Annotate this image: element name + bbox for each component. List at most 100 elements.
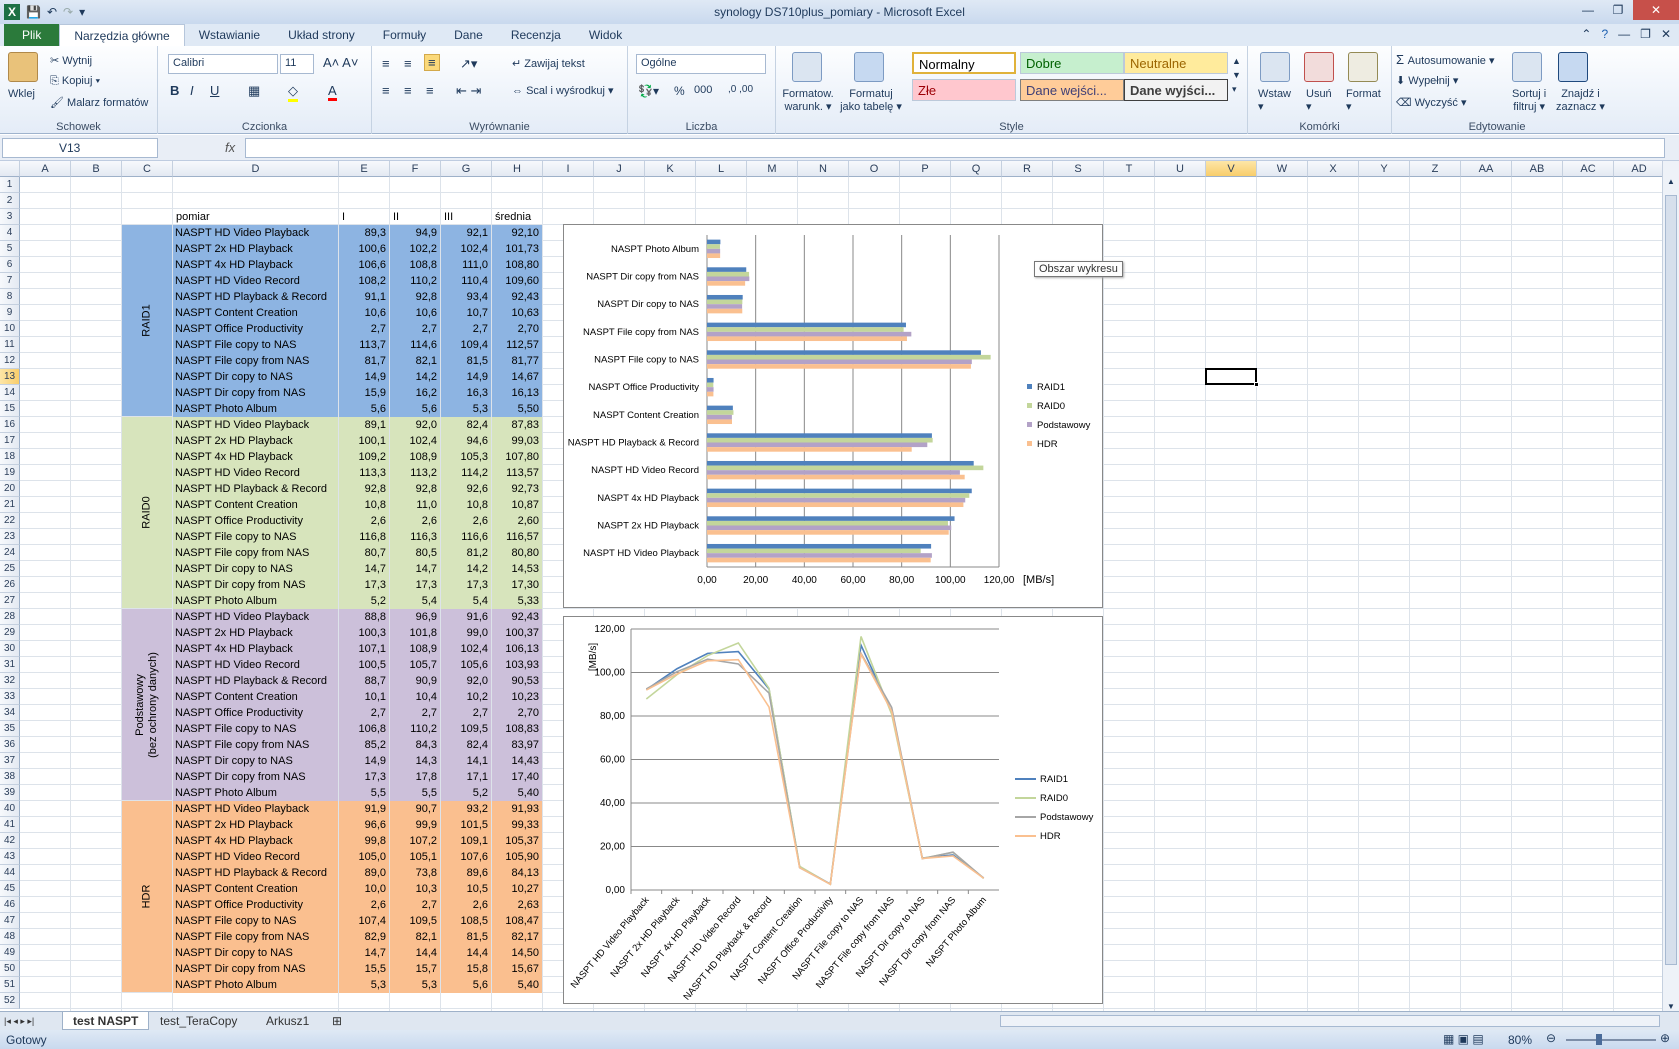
header-ii[interactable]: II <box>391 209 440 225</box>
style-neutral[interactable]: Neutralne <box>1124 52 1228 74</box>
measure-value[interactable]: 114,2 <box>441 465 491 481</box>
measure-value[interactable]: 81,2 <box>441 545 491 561</box>
measure-name[interactable]: NASPT Dir copy to NAS <box>173 369 338 385</box>
measure-average[interactable]: 116,57 <box>492 529 542 545</box>
measure-value[interactable]: 73,8 <box>390 865 440 881</box>
measure-name[interactable]: NASPT Dir copy to NAS <box>173 561 338 577</box>
measure-value[interactable]: 2,7 <box>441 321 491 337</box>
measure-name[interactable]: NASPT 4x HD Playback <box>173 641 338 657</box>
column-header[interactable]: M <box>747 161 798 177</box>
row-header[interactable]: 26 <box>0 577 20 593</box>
measure-value[interactable]: 82,4 <box>441 417 491 433</box>
measure-name[interactable]: NASPT Photo Album <box>173 593 338 609</box>
insert-sheet-icon[interactable]: ⊞ <box>322 1012 352 1030</box>
measure-name[interactable]: NASPT Dir copy to NAS <box>173 753 338 769</box>
measure-value[interactable]: 2,7 <box>390 705 440 721</box>
sort-filter-icon[interactable] <box>1512 52 1542 82</box>
row-header[interactable]: 29 <box>0 625 20 641</box>
measure-name[interactable]: NASPT File copy from NAS <box>173 929 338 945</box>
measure-name[interactable]: NASPT HD Video Record <box>173 273 338 289</box>
font-size-combo[interactable]: 11 <box>280 54 314 74</box>
measure-name[interactable]: NASPT 4x HD Playback <box>173 449 338 465</box>
view-normal-icon[interactable]: ▦ ▣ ▤ <box>1443 1032 1484 1046</box>
row-header[interactable]: 43 <box>0 849 20 865</box>
column-header[interactable]: H <box>492 161 543 177</box>
header-pomiar[interactable]: pomiar <box>174 209 338 225</box>
measure-name[interactable]: NASPT Dir copy from NAS <box>173 577 338 593</box>
orientation-icon[interactable]: ↗▾ <box>460 56 477 72</box>
measure-value[interactable]: 93,2 <box>441 801 491 817</box>
measure-average[interactable]: 83,97 <box>492 737 542 753</box>
measure-name[interactable]: NASPT HD Video Playback <box>173 417 338 433</box>
measure-name[interactable]: NASPT HD Playback & Record <box>173 289 338 305</box>
row-header[interactable]: 40 <box>0 801 20 817</box>
row-header[interactable]: 37 <box>0 753 20 769</box>
row-header[interactable]: 8 <box>0 289 20 305</box>
row-header[interactable]: 51 <box>0 977 20 993</box>
sort-filter-button[interactable]: Sortuj i filtruj ▾ <box>1512 88 1546 113</box>
measure-value[interactable]: 105,1 <box>390 849 440 865</box>
measure-value[interactable]: 105,0 <box>339 849 389 865</box>
measure-value[interactable]: 2,7 <box>390 897 440 913</box>
row-header[interactable]: 4 <box>0 225 20 241</box>
row-header[interactable]: 34 <box>0 705 20 721</box>
measure-value[interactable]: 105,7 <box>390 657 440 673</box>
measure-average[interactable]: 14,67 <box>492 369 542 385</box>
scroll-thumb[interactable] <box>1665 195 1677 965</box>
format-as-table-icon[interactable] <box>854 52 884 82</box>
column-header[interactable]: W <box>1257 161 1308 177</box>
measure-value[interactable]: 92,0 <box>390 417 440 433</box>
measure-name[interactable]: NASPT File copy from NAS <box>173 353 338 369</box>
decimal-icon[interactable]: ,0 ,00 <box>728 84 753 95</box>
measure-value[interactable]: 82,9 <box>339 929 389 945</box>
row-header[interactable]: 17 <box>0 433 20 449</box>
measure-average[interactable]: 108,47 <box>492 913 542 929</box>
measure-value[interactable]: 5,4 <box>390 593 440 609</box>
row-header[interactable]: 11 <box>0 337 20 353</box>
measure-value[interactable]: 10,0 <box>339 881 389 897</box>
zoom-slider-handle[interactable] <box>1596 1034 1602 1045</box>
measure-value[interactable]: 101,8 <box>390 625 440 641</box>
measure-value[interactable]: 102,4 <box>441 241 491 257</box>
measure-value[interactable]: 10,1 <box>339 689 389 705</box>
number-format-combo[interactable]: Ogólne <box>636 54 766 74</box>
font-name-combo[interactable]: Calibri <box>168 54 278 74</box>
measure-value[interactable]: 116,6 <box>441 529 491 545</box>
font-color-icon[interactable]: A <box>328 83 337 101</box>
measure-value[interactable]: 14,1 <box>441 753 491 769</box>
measure-value[interactable]: 114,6 <box>390 337 440 353</box>
conditional-format-icon[interactable] <box>792 52 822 82</box>
row-header[interactable]: 2 <box>0 193 20 209</box>
measure-value[interactable]: 89,3 <box>339 225 389 241</box>
measure-value[interactable]: 116,3 <box>390 529 440 545</box>
row-header[interactable]: 3 <box>0 209 20 225</box>
measure-value[interactable]: 109,4 <box>441 337 491 353</box>
header-iii[interactable]: III <box>442 209 491 225</box>
measure-average[interactable]: 109,60 <box>492 273 542 289</box>
doc-minimize-icon[interactable]: — <box>1618 27 1630 41</box>
measure-value[interactable]: 10,4 <box>390 689 440 705</box>
measure-value[interactable]: 2,7 <box>339 705 389 721</box>
row-header[interactable]: 7 <box>0 273 20 289</box>
measure-value[interactable]: 10,8 <box>441 497 491 513</box>
measure-name[interactable]: NASPT File copy from NAS <box>173 737 338 753</box>
measure-average[interactable]: 17,40 <box>492 769 542 785</box>
measure-value[interactable]: 10,5 <box>441 881 491 897</box>
measure-value[interactable]: 82,1 <box>390 353 440 369</box>
styles-scroll-icon[interactable]: ▲ ▼ ▾ <box>1232 54 1241 96</box>
measure-value[interactable]: 5,4 <box>441 593 491 609</box>
measure-value[interactable]: 113,3 <box>339 465 389 481</box>
paste-icon[interactable] <box>8 52 38 82</box>
column-header[interactable]: J <box>594 161 645 177</box>
measure-value[interactable]: 5,6 <box>390 401 440 417</box>
measure-name[interactable]: NASPT 4x HD Playback <box>173 257 338 273</box>
align-left-icon[interactable]: ≡ <box>382 83 390 98</box>
row-header[interactable]: 27 <box>0 593 20 609</box>
fill-color-icon[interactable]: ◇ <box>288 83 298 102</box>
measure-name[interactable]: NASPT Dir copy from NAS <box>173 385 338 401</box>
measure-value[interactable]: 105,6 <box>441 657 491 673</box>
column-header[interactable]: Y <box>1359 161 1410 177</box>
measure-value[interactable]: 89,1 <box>339 417 389 433</box>
select-all-corner[interactable] <box>0 161 20 177</box>
measure-name[interactable]: NASPT Office Productivity <box>173 705 338 721</box>
